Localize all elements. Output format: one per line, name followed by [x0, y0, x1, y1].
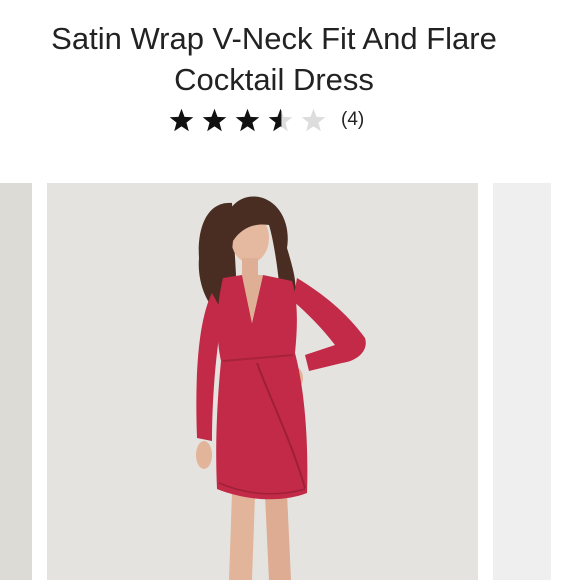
- product-rating[interactable]: (4): [168, 104, 364, 136]
- previous-slide-image[interactable]: [0, 183, 32, 580]
- product-image[interactable]: [47, 183, 478, 580]
- star-half-icon: [268, 108, 293, 131]
- review-count[interactable]: (4): [341, 109, 364, 131]
- product-page: Satin Wrap V-Neck Fit And Flare Cocktail…: [0, 0, 580, 580]
- product-title: Satin Wrap V-Neck Fit And Flare Cocktail…: [51, 21, 497, 97]
- star-icon: [235, 108, 260, 131]
- star-icon: [169, 108, 194, 131]
- image-carousel[interactable]: [0, 183, 580, 580]
- model-in-dress-image: [47, 183, 478, 580]
- star-empty-icon: [301, 108, 326, 131]
- star-icon: [202, 108, 227, 131]
- next-slide-image[interactable]: [493, 183, 551, 580]
